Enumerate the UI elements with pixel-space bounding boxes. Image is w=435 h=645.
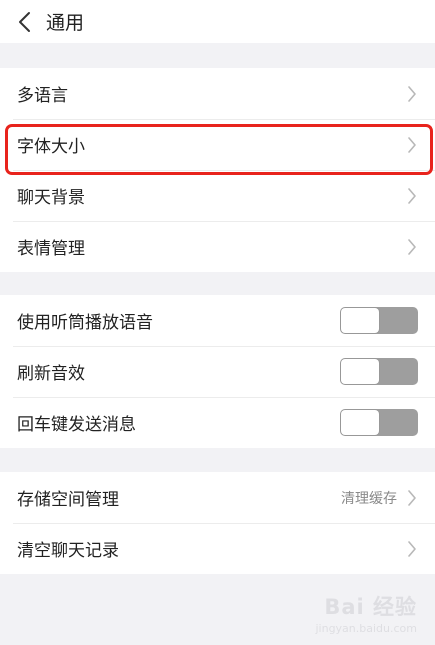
chevron-right-icon (407, 489, 417, 506)
earpiece-toggle[interactable] (340, 307, 418, 334)
enter-to-send-toggle[interactable] (340, 409, 418, 436)
row-label: 刷新音效 (17, 364, 85, 384)
row-chat-background[interactable]: 聊天背景 (0, 170, 435, 221)
settings-group-storage: 存储空间管理 清理缓存 清空聊天记录 (0, 472, 435, 574)
chevron-left-icon (19, 11, 30, 32)
settings-screen: 通用 多语言 字体大小 聊天背景 表情管理 使用听筒播放语音 刷新音效 回车键发… (0, 0, 435, 645)
clear-cache-label: 清理缓存 (341, 490, 397, 507)
chevron-right-icon (407, 238, 417, 255)
watermark-logo: Bai 经验 (324, 595, 417, 619)
row-label: 多语言 (17, 86, 68, 106)
row-label: 表情管理 (17, 239, 85, 259)
row-earpiece-playback: 使用听筒播放语音 (0, 295, 435, 346)
chevron-right-icon (407, 136, 417, 153)
refresh-sound-toggle[interactable] (340, 358, 418, 385)
row-refresh-sound: 刷新音效 (0, 346, 435, 397)
toggle-knob (341, 308, 379, 333)
row-storage-management[interactable]: 存储空间管理 清理缓存 (0, 472, 435, 523)
row-label: 聊天背景 (17, 188, 85, 208)
row-label: 使用听筒播放语音 (17, 313, 153, 333)
settings-group-sound: 使用听筒播放语音 刷新音效 回车键发送消息 (0, 295, 435, 448)
row-label: 存储空间管理 (17, 490, 119, 510)
top-bar: 通用 (0, 0, 435, 43)
toggle-knob (341, 359, 379, 384)
row-label: 清空聊天记录 (17, 541, 119, 561)
chevron-right-icon (407, 85, 417, 102)
chevron-right-icon (407, 187, 417, 204)
row-clear-chat-history[interactable]: 清空聊天记录 (0, 523, 435, 574)
toggle-knob (341, 410, 379, 435)
row-font-size[interactable]: 字体大小 (0, 119, 435, 170)
row-label: 回车键发送消息 (17, 415, 136, 435)
row-enter-to-send: 回车键发送消息 (0, 397, 435, 448)
row-multi-language[interactable]: 多语言 (0, 68, 435, 119)
row-sticker-management[interactable]: 表情管理 (0, 221, 435, 272)
back-button[interactable] (4, 0, 44, 43)
watermark-url: jingyan.baidu.com (315, 622, 417, 635)
page-title: 通用 (46, 12, 85, 34)
settings-group-display: 多语言 字体大小 聊天背景 表情管理 (0, 68, 435, 272)
chevron-right-icon (407, 540, 417, 557)
row-label: 字体大小 (17, 137, 85, 157)
watermark: Bai 经验 jingyan.baidu.com (315, 591, 417, 635)
